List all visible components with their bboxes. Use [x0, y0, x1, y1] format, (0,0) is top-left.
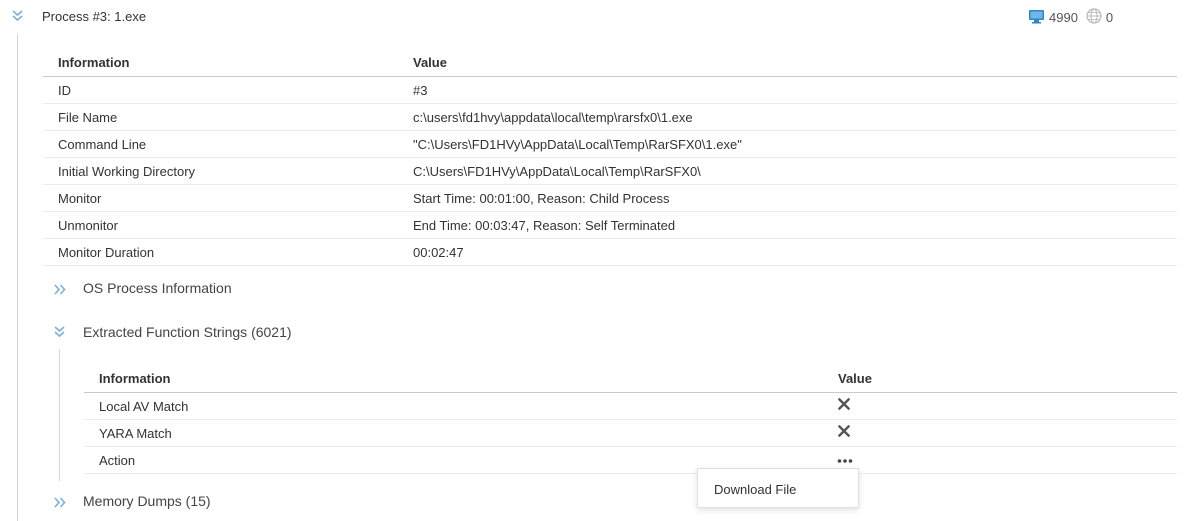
table-row: Action [84, 447, 1177, 474]
collapse-extracted-strings-chevron-icon[interactable] [54, 326, 65, 339]
row-label: Command Line [58, 136, 147, 152]
row-value: C:\Users\FD1HVy\AppData\Local\Temp\RarSF… [413, 163, 701, 179]
expand-os-process-chevron-icon[interactable] [54, 284, 67, 295]
network-count: 0 [1105, 10, 1114, 25]
strings-tree-line [59, 349, 60, 481]
section-os-process-information[interactable]: OS Process Information [83, 280, 232, 296]
row-value: "C:\Users\FD1HVy\AppData\Local\Temp\RarS… [413, 136, 742, 152]
table-row: Command Line "C:\Users\FD1HVy\AppData\Lo… [43, 131, 1177, 158]
strings-table-header-value: Value [838, 371, 872, 386]
table-row: Local AV Match [84, 393, 1177, 420]
row-label: ID [58, 82, 71, 98]
action-popup-menu: Download File [697, 468, 859, 508]
row-value: #3 [413, 82, 428, 98]
row-value: c:\users\fd1hvy\appdata\local\temp\rarsf… [413, 109, 693, 125]
process-title[interactable]: Process #3: 1.exe [42, 9, 146, 24]
row-value: End Time: 00:03:47, Reason: Self Termina… [413, 217, 676, 233]
row-label: Action [99, 452, 136, 468]
row-label: Initial Working Directory [58, 163, 196, 179]
section-memory-dumps[interactable]: Memory Dumps (15) [83, 493, 211, 509]
row-label: YARA Match [99, 425, 172, 441]
table-row: Monitor Duration 00:02:47 [43, 239, 1177, 266]
row-value: 00:02:47 [413, 244, 464, 260]
expand-memory-dumps-chevron-icon[interactable] [54, 497, 67, 508]
monitor-count: 4990 [1049, 10, 1078, 25]
info-table-header-information: Information [58, 55, 130, 70]
row-label: Unmonitor [58, 217, 118, 233]
process-stats: 4990 0 [1028, 8, 1113, 27]
more-dots-icon[interactable] [837, 458, 853, 464]
strings-table-header-information: Information [99, 371, 171, 386]
table-row: File Name c:\users\fd1hvy\appdata\local\… [43, 104, 1177, 131]
section-extracted-function-strings[interactable]: Extracted Function Strings (6021) [83, 324, 292, 340]
close-x-icon [838, 425, 850, 437]
info-table-header-value: Value [413, 55, 447, 70]
row-label: File Name [58, 109, 118, 125]
table-row: ID #3 [43, 77, 1177, 104]
monitor-icon [1028, 9, 1045, 27]
row-value: Start Time: 00:01:00, Reason: Child Proc… [413, 190, 670, 206]
download-file-menu-item[interactable]: Download File [714, 482, 796, 497]
row-label: Local AV Match [99, 398, 189, 414]
table-row: Initial Working Directory C:\Users\FD1HV… [43, 158, 1177, 185]
row-label: Monitor Duration [58, 244, 155, 260]
row-label: Monitor [58, 190, 102, 206]
globe-icon [1086, 8, 1102, 27]
table-row: Unmonitor End Time: 00:03:47, Reason: Se… [43, 212, 1177, 239]
process-tree-line [17, 34, 18, 521]
collapse-process-chevron-icon[interactable] [12, 10, 23, 23]
close-x-icon [838, 398, 850, 410]
table-row: Monitor Start Time: 00:01:00, Reason: Ch… [43, 185, 1177, 212]
table-row: YARA Match [84, 420, 1177, 447]
